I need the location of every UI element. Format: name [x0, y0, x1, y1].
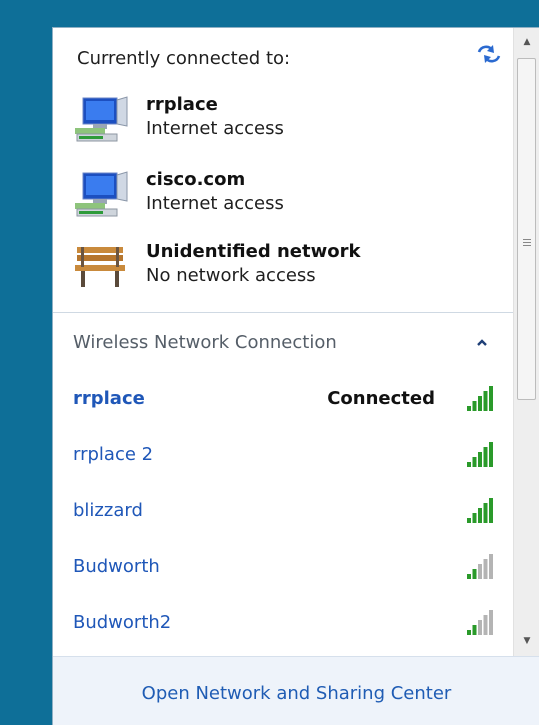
network-ssid[interactable]: blizzard	[73, 500, 143, 521]
signal-bar	[483, 559, 488, 579]
signal-strength-icon	[467, 554, 493, 579]
signal-bar	[467, 406, 471, 411]
signal-bar	[483, 615, 488, 635]
signal-bar	[467, 462, 471, 467]
network-computer-icon	[75, 171, 128, 217]
vertical-scrollbar[interactable]: ▲ ▼	[513, 28, 539, 656]
signal-bar	[478, 508, 482, 523]
connection-name: Unidentified network	[146, 241, 361, 262]
signal-bar	[483, 391, 488, 411]
park-bench-icon	[75, 247, 125, 287]
signal-bar	[478, 564, 482, 579]
signal-bar	[467, 518, 471, 523]
network-ssid[interactable]: Budworth	[73, 556, 160, 577]
wireless-network-item[interactable]: rrplace Connected	[73, 386, 503, 428]
flyout-content: Currently connected to: rrplace Internet…	[53, 28, 513, 656]
signal-bar	[489, 498, 493, 523]
wireless-network-item[interactable]: Budworth2	[73, 610, 503, 652]
signal-bar	[489, 386, 493, 411]
signal-strength-icon	[467, 498, 493, 523]
open-network-center-link[interactable]: Open Network and Sharing Center	[53, 683, 539, 704]
connection-name: cisco.com	[146, 169, 246, 190]
wireless-network-item[interactable]: rrplace 2	[73, 442, 503, 484]
scroll-up-arrow[interactable]: ▲	[514, 32, 539, 52]
connection-status: Internet access	[146, 193, 284, 214]
chevron-up-icon[interactable]	[473, 334, 491, 352]
connection-item: cisco.com Internet access	[73, 169, 493, 233]
connection-item: rrplace Internet access	[73, 94, 493, 158]
signal-bar	[489, 554, 493, 579]
signal-bar	[478, 396, 482, 411]
network-ssid[interactable]: rrplace 2	[73, 444, 153, 465]
signal-bar	[489, 610, 493, 635]
signal-bar	[472, 625, 477, 635]
connection-item: Unidentified network No network access	[73, 241, 493, 305]
signal-bar	[472, 457, 477, 467]
scrollbar-thumb[interactable]	[517, 58, 536, 400]
signal-bar	[467, 574, 471, 579]
signal-bar	[472, 513, 477, 523]
grip-icon	[523, 239, 531, 248]
scroll-down-arrow[interactable]: ▼	[514, 631, 539, 651]
signal-strength-icon	[467, 386, 493, 411]
signal-strength-icon	[467, 610, 493, 635]
signal-bar	[483, 503, 488, 523]
signal-bar	[489, 442, 493, 467]
wireless-network-item[interactable]: Budworth	[73, 554, 503, 596]
signal-bar	[478, 452, 482, 467]
flyout-footer: Open Network and Sharing Center	[53, 656, 539, 725]
network-status: Connected	[327, 388, 435, 409]
network-ssid[interactable]: rrplace	[73, 388, 145, 409]
signal-bar	[472, 569, 477, 579]
section-divider	[53, 312, 513, 313]
signal-bar	[467, 630, 471, 635]
network-computer-icon	[75, 96, 128, 142]
connection-name: rrplace	[146, 94, 218, 115]
signal-strength-icon	[467, 442, 493, 467]
network-ssid[interactable]: Budworth2	[73, 612, 171, 633]
wireless-section-title: Wireless Network Connection	[73, 332, 337, 353]
connection-status: Internet access	[146, 118, 284, 139]
wireless-network-item[interactable]: blizzard	[73, 498, 503, 540]
refresh-icon[interactable]	[475, 42, 503, 66]
signal-bar	[472, 401, 477, 411]
connection-status: No network access	[146, 265, 316, 286]
signal-bar	[478, 620, 482, 635]
signal-bar	[483, 447, 488, 467]
connected-header: Currently connected to:	[77, 48, 291, 69]
network-flyout: Currently connected to: rrplace Internet…	[52, 27, 539, 725]
